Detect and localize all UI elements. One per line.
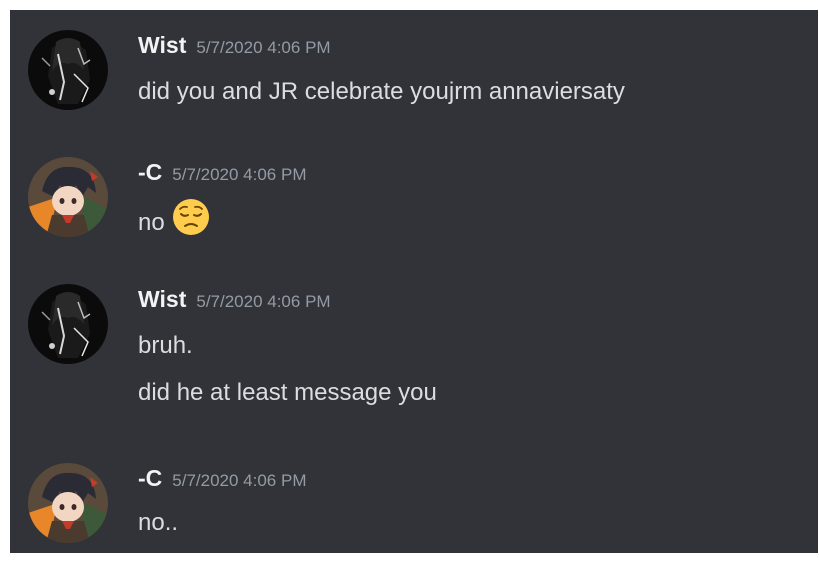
message-text: no — [138, 208, 165, 236]
avatar[interactable] — [28, 284, 108, 364]
avatar[interactable] — [28, 157, 108, 237]
message-header: -C 5/7/2020 4:06 PM — [138, 157, 307, 187]
timestamp[interactable]: 5/7/2020 4:06 PM — [172, 471, 306, 490]
timestamp[interactable]: 5/7/2020 4:06 PM — [172, 165, 306, 184]
message-group: -C 5/7/2020 4:06 PM no — [10, 157, 818, 247]
anime-character-avatar-icon — [28, 463, 108, 543]
message-group: Wist 5/7/2020 4:06 PM did you and JR cele… — [10, 30, 818, 120]
pensive-face-emoji-icon[interactable] — [171, 197, 211, 246]
username[interactable]: Wist — [138, 286, 186, 312]
avatar[interactable] — [28, 463, 108, 543]
message-group: -C 5/7/2020 4:06 PM no.. — [10, 463, 818, 553]
message-group: Wist 5/7/2020 4:06 PM bruh. did he at lea… — [10, 284, 818, 424]
dark-monochrome-avatar-icon — [28, 30, 108, 110]
chat-message-list: Wist 5/7/2020 4:06 PM did you and JR cele… — [10, 10, 818, 553]
avatar[interactable] — [28, 30, 108, 110]
message-text: did he at least message you — [138, 379, 437, 406]
username[interactable]: -C — [138, 465, 162, 491]
message-header: -C 5/7/2020 4:06 PM — [138, 463, 307, 493]
message-header: Wist 5/7/2020 4:06 PM — [138, 30, 331, 60]
message-text: no.. — [138, 509, 179, 536]
timestamp[interactable]: 5/7/2020 4:06 PM — [196, 292, 330, 311]
message-text-line: no — [138, 199, 211, 246]
message-header: Wist 5/7/2020 4:06 PM — [138, 284, 331, 314]
username[interactable]: -C — [138, 159, 162, 185]
timestamp[interactable]: 5/7/2020 4:06 PM — [196, 38, 330, 57]
message-text: did you and JR celebrate youjrm annavier… — [138, 78, 625, 105]
anime-character-avatar-icon — [28, 157, 108, 237]
dark-monochrome-avatar-icon — [28, 284, 108, 364]
message-text: bruh. — [138, 332, 193, 359]
username[interactable]: Wist — [138, 32, 186, 58]
